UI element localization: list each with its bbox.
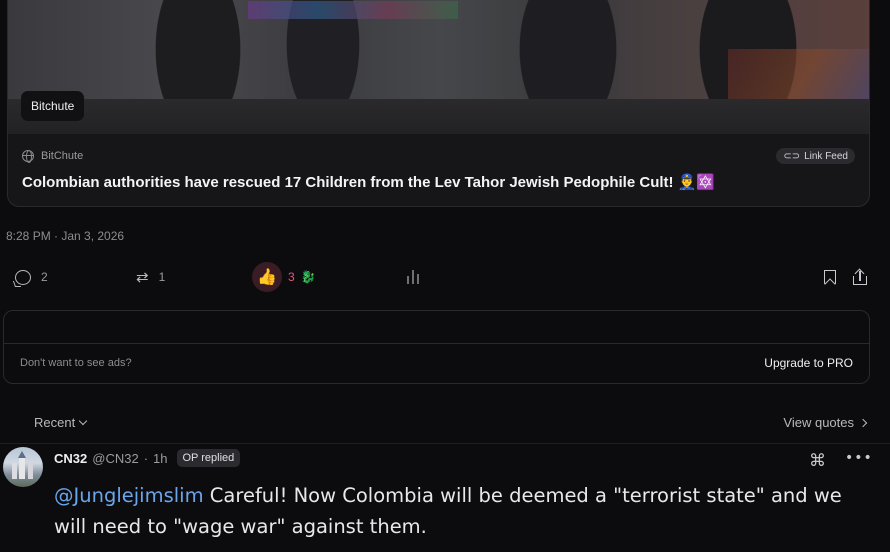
more-options-icon[interactable]: ••• xyxy=(845,450,873,466)
link-source: BitChute xyxy=(22,150,84,163)
comments-sort-dropdown[interactable]: Recent xyxy=(34,415,88,430)
sort-label: Recent xyxy=(34,415,76,430)
stats-icon xyxy=(407,270,421,284)
share-icon xyxy=(853,268,867,285)
thumbs-up-icon: 👍 xyxy=(252,262,282,292)
mention-link[interactable]: @Junglejimslim xyxy=(54,484,204,507)
source-badge: Bitchute xyxy=(21,91,85,121)
no-ads-text: Don't want to see ads? xyxy=(20,357,132,369)
thumbnail-detail xyxy=(248,1,458,19)
comment-author-name[interactable]: CN32 xyxy=(54,451,87,466)
post-action-bar: 2 ⇄ 1 👍 3 🐉 xyxy=(0,262,890,292)
repost-icon: ⇄ xyxy=(136,269,149,286)
chevron-right-icon xyxy=(858,418,868,427)
link-icon: ⊂⊃ xyxy=(783,150,801,162)
link-feed-label: Link Feed xyxy=(804,150,848,162)
dragon-reaction-icon: 🐉 xyxy=(300,270,316,284)
post-timestamp[interactable]: 8:28 PM · Jan 3, 2026 xyxy=(6,229,124,243)
globe-icon xyxy=(22,150,34,163)
comment-bubble-icon xyxy=(15,269,31,285)
link-card[interactable]: Bitchute BitChute ⊂⊃ Link Feed Colombian… xyxy=(7,0,870,207)
upgrade-to-pro-link[interactable]: Upgrade to PRO xyxy=(764,356,853,370)
avatar[interactable] xyxy=(3,447,43,487)
comments-count: 2 xyxy=(41,270,48,284)
comment-age[interactable]: 1h xyxy=(153,451,167,466)
ad-divider xyxy=(4,343,869,344)
site-name: BitChute xyxy=(41,150,84,162)
thumbnail-floor xyxy=(8,99,869,134)
link-card-title[interactable]: Colombian authorities have rescued 17 Ch… xyxy=(22,173,715,191)
command-icon[interactable]: ⌘ xyxy=(809,451,826,471)
repost-button[interactable]: ⇄ 1 xyxy=(136,262,165,292)
op-replied-badge: OP replied xyxy=(176,449,241,467)
ad-container: Don't want to see ads? Upgrade to PRO xyxy=(3,310,870,384)
comment-header: CN32 @CN32 · 1h OP replied xyxy=(54,449,241,467)
view-quotes-label: View quotes xyxy=(783,415,854,430)
bookmark-button[interactable] xyxy=(824,262,836,292)
comment-button[interactable]: 2 xyxy=(15,262,48,292)
dot-separator: · xyxy=(143,450,149,466)
reaction-button[interactable]: 👍 3 🐉 xyxy=(252,262,316,292)
comment-author-handle[interactable]: @CN32 xyxy=(92,451,138,466)
comment-text: @Junglejimslim Careful! Now Colombia wil… xyxy=(54,480,874,542)
reactions-count: 3 xyxy=(288,270,295,284)
reposts-count: 1 xyxy=(158,270,166,284)
chevron-down-icon xyxy=(78,416,88,426)
comments-divider xyxy=(0,443,890,444)
link-card-thumbnail xyxy=(8,0,869,134)
views-button[interactable] xyxy=(407,262,421,292)
link-feed-button[interactable]: ⊂⊃ Link Feed xyxy=(776,148,855,164)
view-quotes-link[interactable]: View quotes xyxy=(783,415,868,430)
share-button[interactable] xyxy=(853,262,867,292)
bookmark-icon xyxy=(824,270,836,284)
